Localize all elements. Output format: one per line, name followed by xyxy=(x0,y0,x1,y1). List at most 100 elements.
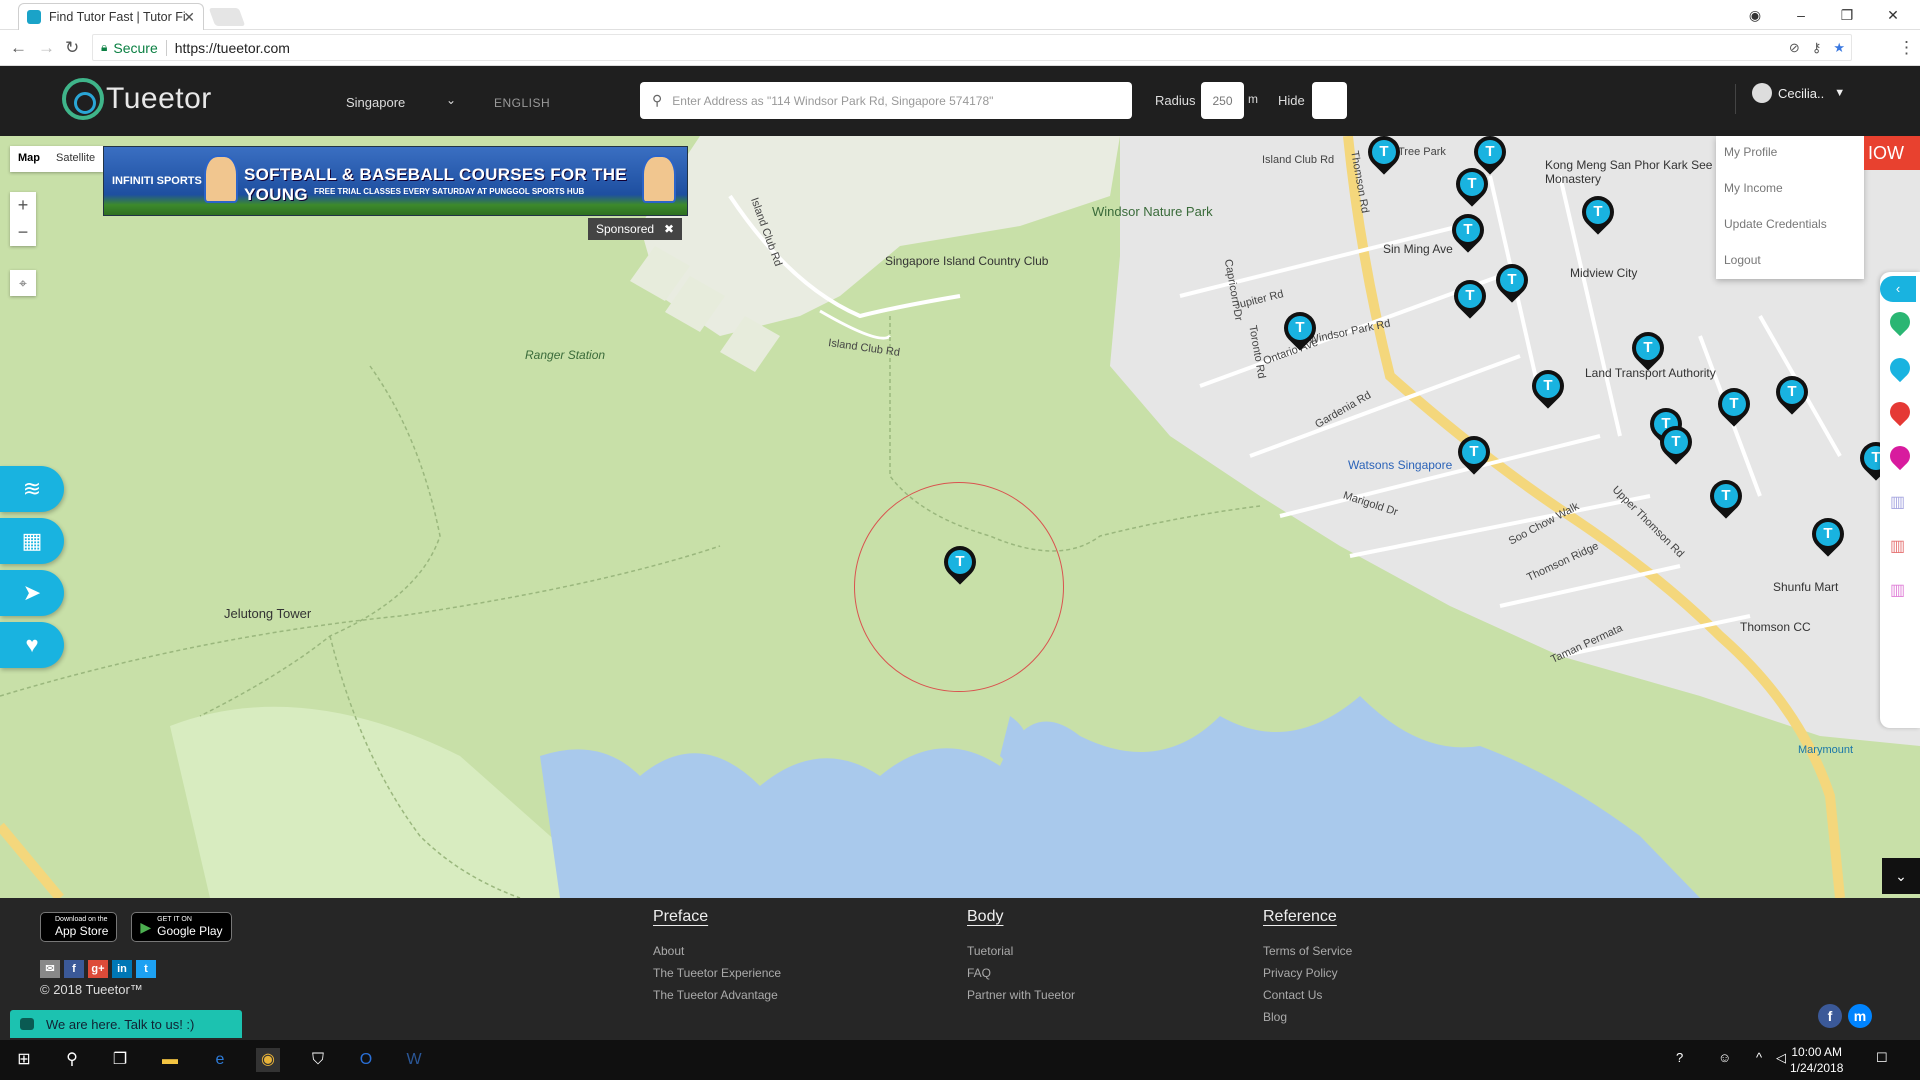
building-icon[interactable]: ▥ xyxy=(1890,536,1910,562)
bookmark-star-icon[interactable]: ★ xyxy=(1833,40,1845,56)
now-banner[interactable]: IOW xyxy=(1864,136,1920,170)
help-icon[interactable]: ? xyxy=(1676,1050,1683,1065)
task-view-icon[interactable]: ❐ xyxy=(108,1048,132,1072)
footer-link-partner[interactable]: Partner with Tueetor xyxy=(967,984,1075,1006)
building-icon[interactable]: ▥ xyxy=(1890,580,1910,606)
new-tab-button[interactable] xyxy=(208,8,246,26)
user-menu-trigger[interactable]: Cecilia.. ▼ xyxy=(1752,83,1845,103)
facebook-icon[interactable]: f xyxy=(1818,1004,1842,1028)
profile-icon[interactable]: ◉ xyxy=(1732,7,1778,24)
edge-icon[interactable]: e xyxy=(208,1048,232,1072)
footer-link-terms[interactable]: Terms of Service xyxy=(1263,940,1352,962)
address-search-input[interactable] xyxy=(672,93,1113,108)
maximize-icon[interactable]: ❐ xyxy=(1824,7,1870,24)
radius-input[interactable] xyxy=(1201,82,1244,119)
tutor-pin[interactable]: T xyxy=(1449,161,1495,210)
google-play-badge[interactable]: ▶ GET IT ON Google Play xyxy=(131,912,232,942)
filter-red-pin-icon[interactable] xyxy=(1885,397,1915,428)
footer-link-privacy[interactable]: Privacy Policy xyxy=(1263,962,1352,984)
footer-link-advantage[interactable]: The Tueetor Advantage xyxy=(653,984,781,1006)
footer-link-blog[interactable]: Blog xyxy=(1263,1006,1352,1028)
footer-link-experience[interactable]: The Tueetor Experience xyxy=(653,962,781,984)
tutor-pin[interactable]: T xyxy=(1805,511,1851,560)
app-store-badge[interactable]: Download on the App Store xyxy=(40,912,118,942)
taskbar-clock[interactable]: 10:00 AM 1/24/2018 xyxy=(1790,1044,1843,1076)
filter-green-pin-icon[interactable] xyxy=(1885,307,1915,338)
notifications-icon[interactable]: ☐ xyxy=(1876,1050,1888,1066)
tutor-pin[interactable]: T xyxy=(1361,136,1407,178)
zoom-out-icon[interactable]: − xyxy=(10,219,36,246)
email-icon[interactable]: ✉ xyxy=(40,960,60,978)
menu-logout[interactable]: Logout xyxy=(1716,244,1864,280)
my-location-icon[interactable]: ⌖ xyxy=(10,270,36,296)
store-icon[interactable]: ⛉ xyxy=(306,1048,330,1072)
tutor-pin[interactable]: T xyxy=(1625,325,1671,374)
tray-chevron-icon[interactable]: ^ xyxy=(1756,1050,1762,1065)
send-icon[interactable]: ➤ xyxy=(0,570,64,616)
close-window-icon[interactable]: ✕ xyxy=(1870,7,1916,24)
tab-close-icon[interactable]: ✕ xyxy=(183,9,195,26)
windows-start-icon[interactable]: ⊞ xyxy=(12,1048,36,1072)
filter-blue-pin-icon[interactable] xyxy=(1885,353,1915,384)
sponsored-ad-banner[interactable]: INFINITI SPORTS SOFTBALL & BASEBALL COUR… xyxy=(103,146,688,216)
tutor-pin[interactable]: T xyxy=(1575,189,1621,238)
hide-toggle[interactable] xyxy=(1312,82,1347,119)
map-type-map[interactable]: Map xyxy=(10,146,48,172)
linkedin-icon[interactable]: in xyxy=(112,960,132,978)
building-icon[interactable]: ▥ xyxy=(1890,492,1910,518)
key-icon[interactable]: ⚷ xyxy=(1812,40,1822,56)
menu-update-credentials[interactable]: Update Credentials xyxy=(1716,208,1864,244)
twitter-icon[interactable]: t xyxy=(136,960,156,978)
url-omnibox[interactable]: 🔒︎ Secure https://tueetor.com ⊘ ⚷ ★ xyxy=(92,34,1852,61)
tutor-pin[interactable]: T xyxy=(1653,419,1699,468)
close-ad-icon[interactable]: ✖ xyxy=(664,222,674,236)
filter-magenta-pin-icon[interactable] xyxy=(1885,441,1915,472)
zoom-in-icon[interactable]: + xyxy=(10,192,36,219)
tutor-pin[interactable]: T xyxy=(1711,381,1757,430)
heart-icon[interactable]: ♥ xyxy=(0,622,64,668)
footer-link-faq[interactable]: FAQ xyxy=(967,962,1075,984)
tutor-pin[interactable]: T xyxy=(1703,473,1749,522)
forward-icon[interactable]: → xyxy=(38,38,55,58)
facebook-icon[interactable]: f xyxy=(64,960,84,978)
outlook-icon[interactable]: O xyxy=(354,1048,378,1072)
live-chat-bar[interactable]: We are here. Talk to us! :) xyxy=(10,1010,242,1038)
country-select[interactable]: Singapore xyxy=(346,95,405,110)
word-icon[interactable]: W xyxy=(402,1048,426,1072)
minimize-icon[interactable]: – xyxy=(1778,7,1824,23)
menu-my-income[interactable]: My Income xyxy=(1716,172,1864,208)
tutor-pin[interactable]: T xyxy=(1451,429,1497,478)
tutor-pin[interactable]: T xyxy=(937,539,983,588)
tueetor-logo[interactable]: Tueetor xyxy=(62,78,212,120)
tutor-pin[interactable]: T xyxy=(1525,363,1571,412)
map-canvas[interactable]: Map Satellite + − ⌖ INFINITI SPORTS SOFT… xyxy=(0,136,1920,898)
language-select[interactable]: ENGLISH xyxy=(494,96,550,110)
people-icon[interactable]: ☺ xyxy=(1718,1050,1731,1065)
google-plus-icon[interactable]: g+ xyxy=(88,960,108,978)
tutor-pin[interactable]: T xyxy=(1769,369,1815,418)
messenger-icon[interactable]: m xyxy=(1848,1004,1872,1028)
menu-my-profile[interactable]: My Profile xyxy=(1716,136,1864,172)
chrome-icon[interactable]: ◉ xyxy=(256,1048,280,1072)
calendar-icon[interactable]: ▦ xyxy=(0,518,64,564)
tutor-pin[interactable]: T xyxy=(1489,257,1535,306)
tutor-pin[interactable]: T xyxy=(1447,273,1493,322)
chrome-menu-icon[interactable]: ⋮ xyxy=(1898,38,1915,58)
footer-link-tuetorial[interactable]: Tuetorial xyxy=(967,940,1075,962)
file-explorer-icon[interactable]: ▬ xyxy=(158,1048,182,1072)
map-type-satellite[interactable]: Satellite xyxy=(48,146,103,172)
browser-tab[interactable]: Find Tutor Fast | Tutor Fi ✕ xyxy=(18,3,204,30)
search-icon[interactable]: ⚲ xyxy=(60,1048,84,1072)
chevron-left-icon[interactable]: ‹ xyxy=(1880,276,1916,302)
tutor-pin[interactable]: T xyxy=(1277,305,1323,354)
tutor-pin[interactable]: T xyxy=(1445,207,1491,256)
layers-icon[interactable]: ≋ xyxy=(0,466,64,512)
chevron-down-icon[interactable]: ⌄ xyxy=(446,93,456,107)
reload-icon[interactable]: ↻ xyxy=(65,38,79,58)
chevron-down-icon[interactable]: ⌄ xyxy=(1882,858,1920,894)
back-icon[interactable]: ← xyxy=(10,38,27,58)
volume-muted-icon[interactable]: ◁ xyxy=(1776,1050,1786,1066)
footer-link-contact[interactable]: Contact Us xyxy=(1263,984,1352,1006)
camera-blocked-icon[interactable]: ⊘ xyxy=(1789,40,1800,56)
footer-link-about[interactable]: About xyxy=(653,940,781,962)
